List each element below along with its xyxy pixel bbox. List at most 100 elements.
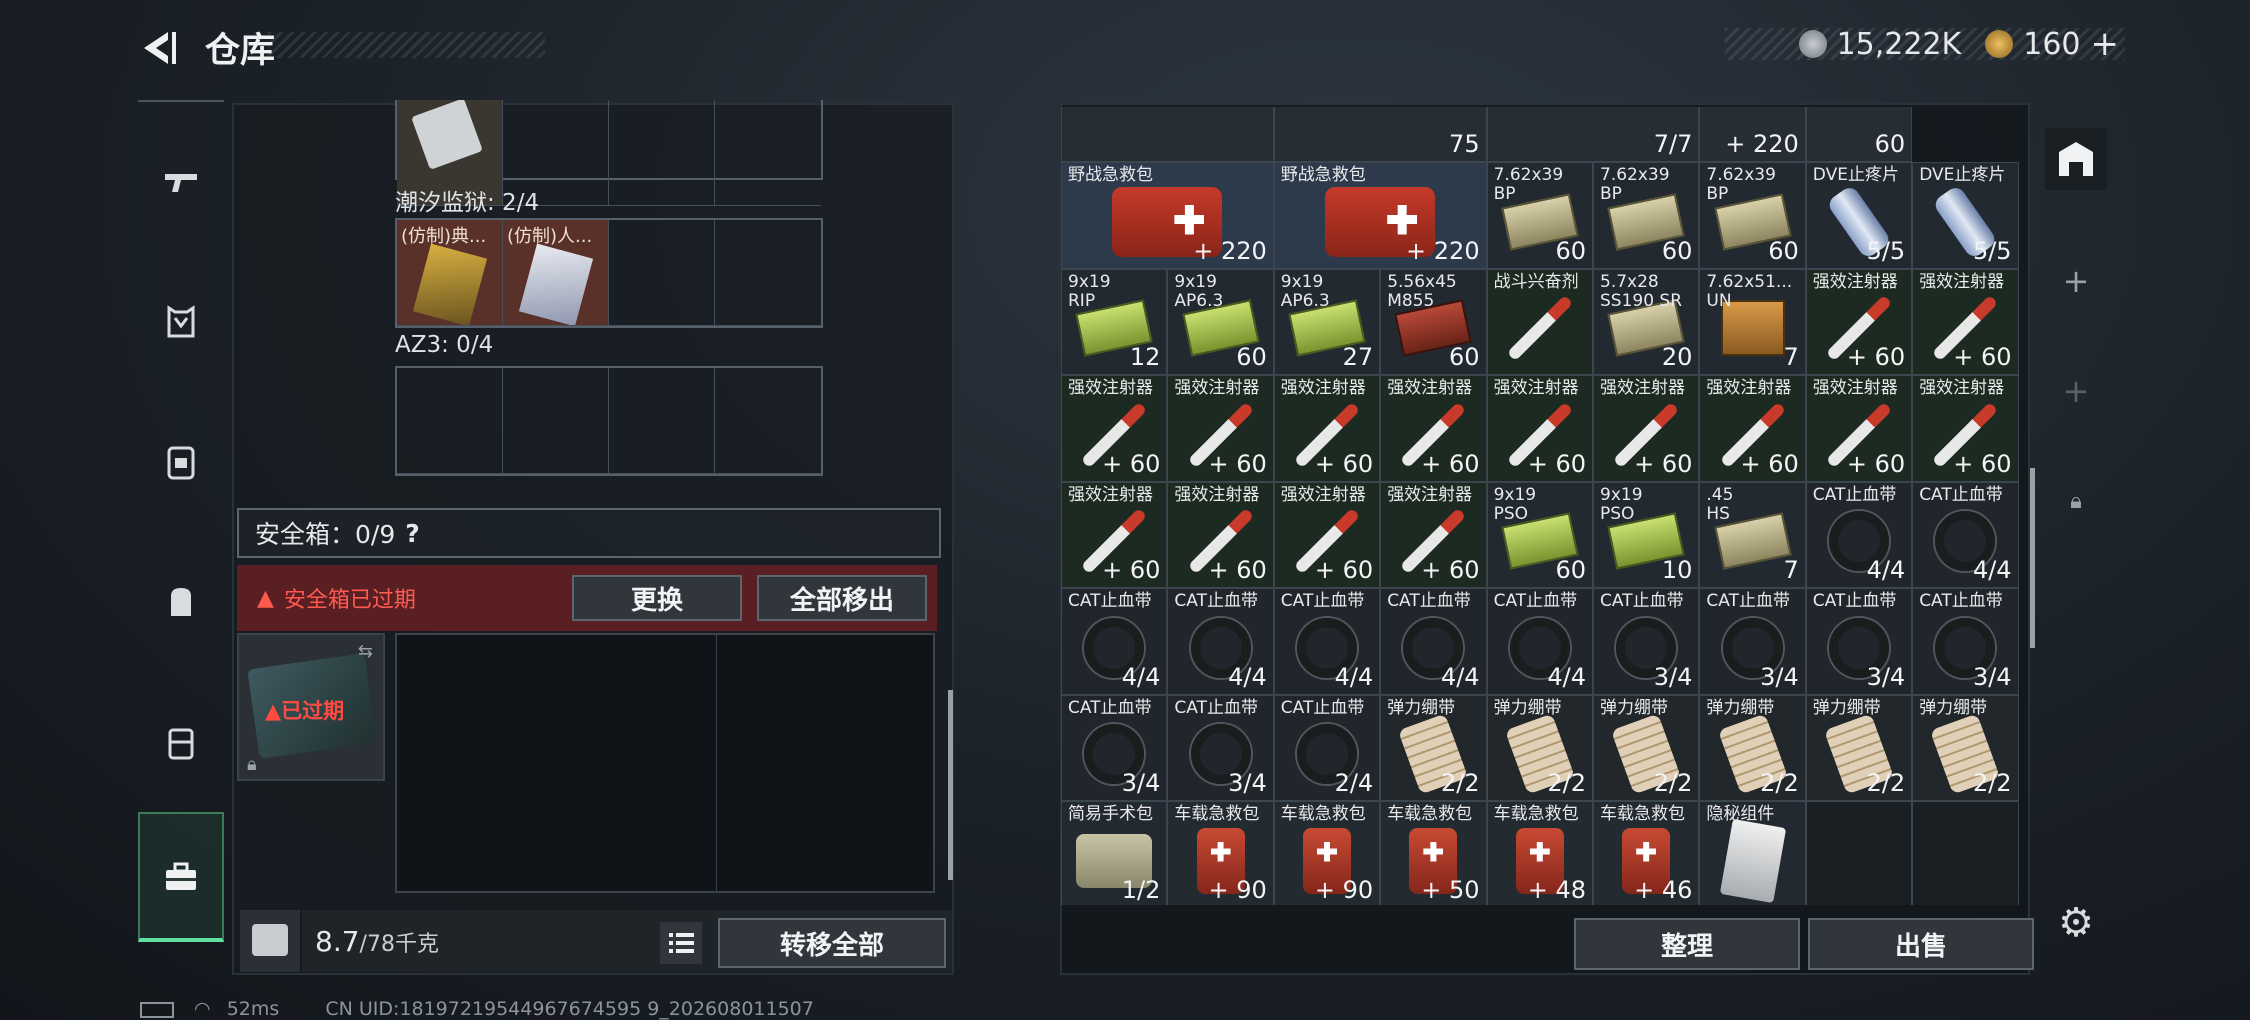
- grid-slot[interactable]: [715, 100, 821, 206]
- stash-slot[interactable]: [1912, 801, 2019, 905]
- stash-item[interactable]: 7.62x39 BP 60: [1486, 162, 1593, 269]
- stash-item[interactable]: CAT止血带 4/4: [1273, 588, 1381, 695]
- stash-item[interactable]: 7.62x51... UN 7: [1699, 268, 1806, 375]
- stash-item[interactable]: [1061, 107, 1274, 162]
- stash-item[interactable]: 强效注射器 + 60: [1380, 481, 1487, 588]
- stash-item[interactable]: 强效注射器 + 60: [1061, 481, 1168, 588]
- stash-item[interactable]: 弹力绷带 2/2: [1805, 694, 1913, 801]
- stash-item[interactable]: 7.62x39 BP 60: [1699, 162, 1806, 269]
- stash-item[interactable]: 强效注射器 + 60: [1805, 268, 1913, 375]
- stash-item[interactable]: 75: [1273, 107, 1487, 162]
- right-scrollbar[interactable]: [2030, 468, 2035, 648]
- stash-item[interactable]: 9x19 AP6.3 27: [1273, 268, 1381, 375]
- grid-slot[interactable]: [609, 368, 715, 474]
- swap-button[interactable]: 更换: [572, 575, 742, 621]
- stash-item[interactable]: CAT止血带 3/4: [1912, 588, 2019, 695]
- nav-backpack[interactable]: [138, 542, 224, 662]
- stash-slot[interactable]: [1805, 801, 1913, 905]
- stash-item[interactable]: 车载急救包 + 50: [1380, 801, 1487, 905]
- sell-button[interactable]: 出售: [1808, 918, 2034, 970]
- stash-item[interactable]: 强效注射器 + 60: [1380, 375, 1487, 482]
- stash-item[interactable]: 强效注射器 + 60: [1167, 375, 1274, 482]
- stash-item[interactable]: 隐秘组件: [1699, 801, 1806, 905]
- stash-item[interactable]: 弹力绷带 2/2: [1593, 694, 1700, 801]
- stash-item[interactable]: 强效注射器 + 60: [1273, 481, 1381, 588]
- lock-icon[interactable]: 🔒︎: [2045, 470, 2107, 532]
- item-card[interactable]: (仿制)人...: [503, 220, 609, 326]
- stash-item[interactable]: CAT止血带 3/4: [1061, 694, 1168, 801]
- stash-item[interactable]: 60: [1805, 107, 1913, 162]
- nav-toolbox[interactable]: [138, 812, 224, 942]
- grid-slot[interactable]: [397, 368, 503, 474]
- grid-slot[interactable]: [715, 220, 821, 326]
- sort-button[interactable]: 整理: [1574, 918, 1800, 970]
- stash-item[interactable]: 强效注射器 + 60: [1805, 375, 1913, 482]
- stash-item[interactable]: + 220: [1699, 107, 1806, 162]
- stash-item[interactable]: 弹力绷带 2/2: [1912, 694, 2019, 801]
- stash-item[interactable]: CAT止血带 3/4: [1805, 588, 1913, 695]
- grid-slot[interactable]: [503, 368, 609, 474]
- stash-item[interactable]: 强效注射器 + 60: [1912, 375, 2019, 482]
- stash-item[interactable]: 强效注射器 + 60: [1486, 375, 1593, 482]
- stash-item[interactable]: DVE止疼片 5/5: [1912, 162, 2019, 269]
- stash-item[interactable]: 车载急救包 + 90: [1273, 801, 1381, 905]
- stash-item[interactable]: CAT止血带 4/4: [1805, 481, 1913, 588]
- stash-item[interactable]: 强效注射器 + 60: [1061, 375, 1168, 482]
- stash-item[interactable]: 强效注射器 + 60: [1699, 375, 1806, 482]
- stash-item[interactable]: CAT止血带 4/4: [1912, 481, 2019, 588]
- help-icon[interactable]: ?: [405, 519, 420, 548]
- secure-container-grid[interactable]: [395, 633, 935, 893]
- left-scrollbar[interactable]: [948, 690, 953, 880]
- stash-tab-main[interactable]: [2045, 128, 2107, 190]
- back-arrow-icon[interactable]: [138, 28, 180, 68]
- add-gold-button[interactable]: +: [2091, 24, 2120, 64]
- nav-armor[interactable]: [138, 262, 224, 382]
- settings-gear-icon[interactable]: ⚙: [2045, 892, 2107, 954]
- grid-slot[interactable]: [609, 220, 715, 326]
- stash-item[interactable]: 9x19 PSO 60: [1486, 481, 1593, 588]
- stash-item[interactable]: 车载急救包 + 48: [1486, 801, 1593, 905]
- stash-grid[interactable]: 75 7/7 + 220 60 野战急救包 + 220 野战急救包 + 220 7.62x39 …: [1061, 107, 2019, 905]
- nav-weapon[interactable]: [138, 122, 224, 242]
- stash-item[interactable]: 野战急救包 + 220: [1061, 162, 1274, 269]
- stash-item[interactable]: 简易手术包 1/2: [1061, 801, 1168, 905]
- transfer-all-button[interactable]: 转移全部: [718, 918, 946, 968]
- stash-item[interactable]: CAT止血带 4/4: [1486, 588, 1593, 695]
- stash-item[interactable]: 5.56x45 M855 60: [1380, 268, 1487, 375]
- stash-item[interactable]: 弹力绷带 2/2: [1486, 694, 1593, 801]
- stash-item[interactable]: 强效注射器 + 60: [1912, 268, 2019, 375]
- stash-item[interactable]: CAT止血带 3/4: [1699, 588, 1806, 695]
- item-card[interactable]: (仿制)典...: [397, 220, 503, 326]
- stash-item[interactable]: 7/7: [1486, 107, 1700, 162]
- stash-item[interactable]: 9x19 AP6.3 60: [1167, 268, 1274, 375]
- stash-item[interactable]: 野战急救包 + 220: [1273, 162, 1487, 269]
- stash-item[interactable]: CAT止血带 4/4: [1380, 588, 1487, 695]
- stash-item[interactable]: 车载急救包 + 90: [1167, 801, 1274, 905]
- stash-item[interactable]: 车载急救包 + 46: [1593, 801, 1700, 905]
- add-tab-button[interactable]: +: [2045, 250, 2107, 312]
- stash-item[interactable]: .45 HS 7: [1699, 481, 1806, 588]
- secure-container-slot[interactable]: ▲已过期 ⇆ 🔒︎: [237, 633, 385, 781]
- stash-item[interactable]: CAT止血带 3/4: [1593, 588, 1700, 695]
- stash-item[interactable]: 弹力绷带 2/2: [1699, 694, 1806, 801]
- stash-item[interactable]: 9x19 PSO 10: [1593, 481, 1700, 588]
- stash-item[interactable]: 弹力绷带 2/2: [1380, 694, 1487, 801]
- stash-item[interactable]: 强效注射器 + 60: [1167, 481, 1274, 588]
- grid-slot[interactable]: [715, 368, 821, 474]
- stash-item[interactable]: CAT止血带 2/4: [1273, 694, 1381, 801]
- move-all-out-button[interactable]: 全部移出: [757, 575, 927, 621]
- list-view-icon[interactable]: [660, 922, 702, 964]
- stash-item[interactable]: CAT止血带 4/4: [1167, 588, 1274, 695]
- stash-item[interactable]: 强效注射器 + 60: [1273, 375, 1381, 482]
- nav-rig[interactable]: [138, 402, 224, 522]
- currency-bar[interactable]: 15,222K 160 +: [1725, 24, 2125, 64]
- grid-slot[interactable]: [609, 100, 715, 206]
- stash-item[interactable]: CAT止血带 3/4: [1167, 694, 1274, 801]
- nav-case[interactable]: [138, 682, 224, 802]
- stash-item[interactable]: DVE止疼片 5/5: [1805, 162, 1913, 269]
- stash-item[interactable]: 9x19 RIP 12: [1061, 268, 1168, 375]
- stash-item[interactable]: CAT止血带 4/4: [1061, 588, 1168, 695]
- stash-item[interactable]: 5.7x28 SS190 SR 20: [1593, 268, 1700, 375]
- stash-item[interactable]: 强效注射器 + 60: [1593, 375, 1700, 482]
- stash-item[interactable]: 7.62x39 BP 60: [1593, 162, 1700, 269]
